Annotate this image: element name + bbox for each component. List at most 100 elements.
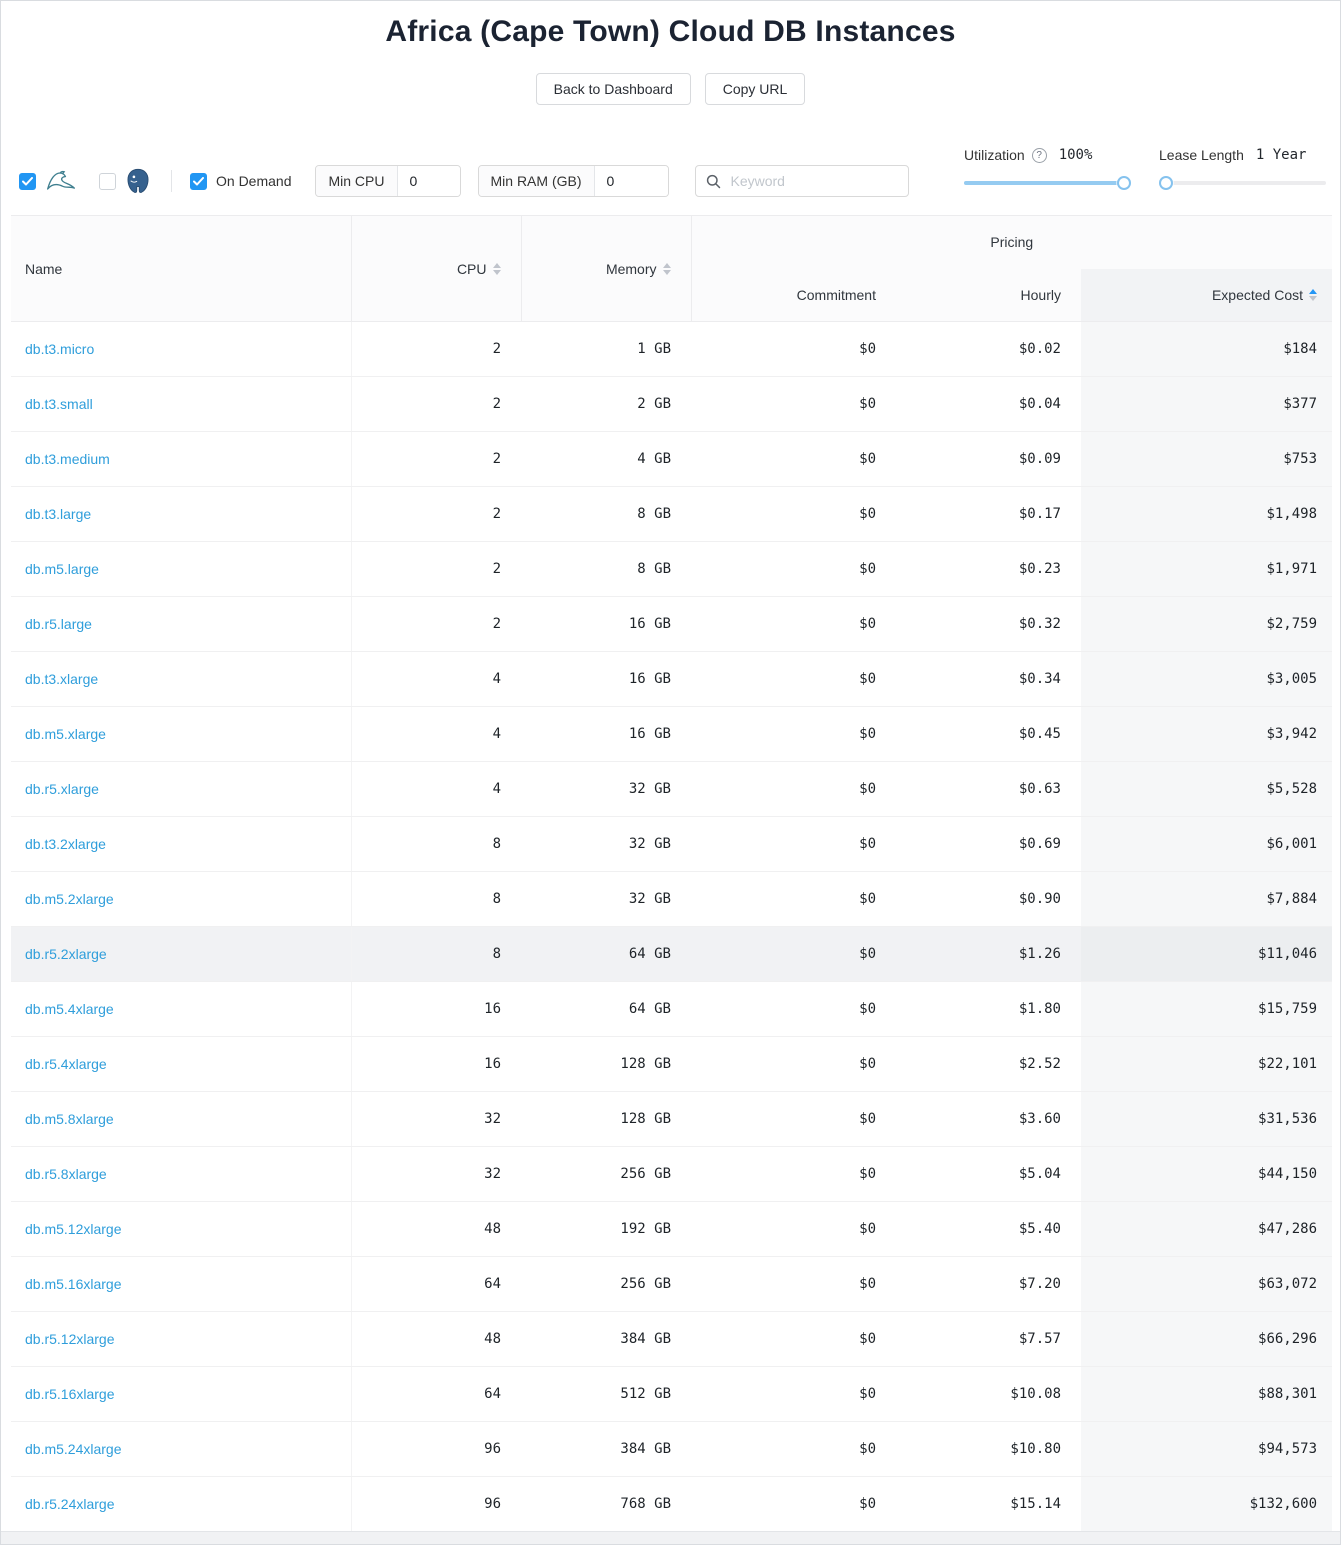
utilization-slider-handle[interactable] [1117, 176, 1131, 190]
lease-length-value: 1 Year [1256, 147, 1307, 163]
instance-name-link[interactable]: db.r5.xlarge [25, 781, 99, 797]
min-ram-input[interactable] [595, 166, 669, 196]
instance-name-link[interactable]: db.r5.4xlarge [25, 1056, 107, 1072]
table-row: db.t3.2xlarge832 GB$0$0.69$6,001 [11, 817, 1332, 872]
name-cell: db.m5.12xlarge [11, 1202, 351, 1257]
mysql-filter-checkbox[interactable] [19, 173, 36, 190]
lease-length-slider-handle[interactable] [1159, 176, 1173, 190]
lease-length-slider[interactable] [1159, 176, 1326, 190]
commitment-cell: $0 [691, 1202, 896, 1257]
instance-name-link[interactable]: db.m5.12xlarge [25, 1221, 122, 1237]
footer-strip [1, 1531, 1340, 1544]
instance-name-link[interactable]: db.r5.large [25, 616, 92, 632]
instance-name-link[interactable]: db.m5.16xlarge [25, 1276, 122, 1292]
min-cpu-input[interactable] [398, 166, 460, 196]
utilization-help-icon[interactable]: ? [1032, 148, 1047, 163]
table-row: db.t3.large28 GB$0$0.17$1,498 [11, 487, 1332, 542]
lease-length-label: Lease Length [1159, 147, 1244, 163]
expected-cost-cell: $132,600 [1081, 1477, 1332, 1532]
memory-cell: 1 GB [521, 322, 691, 377]
cpu-cell: 32 [351, 1147, 521, 1202]
cpu-cell: 2 [351, 597, 521, 652]
toolbar: Back to Dashboard Copy URL [1, 73, 1340, 105]
memory-cell: 4 GB [521, 432, 691, 487]
instance-name-link[interactable]: db.r5.12xlarge [25, 1331, 115, 1347]
instance-name-link[interactable]: db.r5.16xlarge [25, 1386, 115, 1402]
postgresql-elephant-icon[interactable] [125, 168, 151, 194]
instance-name-link[interactable]: db.r5.2xlarge [25, 946, 107, 962]
keyword-search-box [695, 165, 909, 197]
hourly-cell: $0.04 [896, 377, 1081, 432]
commitment-cell: $0 [691, 1367, 896, 1422]
commitment-cell: $0 [691, 1092, 896, 1147]
cpu-cell: 96 [351, 1477, 521, 1532]
memory-cell: 16 GB [521, 652, 691, 707]
instance-name-link[interactable]: db.t3.large [25, 506, 91, 522]
column-header-cpu[interactable]: CPU [351, 216, 521, 322]
hourly-cell: $0.17 [896, 487, 1081, 542]
instance-name-link[interactable]: db.m5.4xlarge [25, 1001, 114, 1017]
memory-cell: 256 GB [521, 1147, 691, 1202]
name-cell: db.r5.2xlarge [11, 927, 351, 982]
commitment-cell: $0 [691, 652, 896, 707]
instance-name-link[interactable]: db.t3.2xlarge [25, 836, 106, 852]
table-row: db.m5.12xlarge48192 GB$0$5.40$47,286 [11, 1202, 1332, 1257]
memory-cell: 8 GB [521, 542, 691, 597]
postgresql-filter-checkbox[interactable] [99, 173, 116, 190]
table-body: db.t3.micro21 GB$0$0.02$184db.t3.small22… [11, 322, 1332, 1532]
instances-table: Name CPU Memory Pricing Commitment Hourl… [11, 215, 1332, 1532]
column-header-memory[interactable]: Memory [521, 216, 691, 322]
column-header-commitment: Commitment [691, 269, 896, 322]
name-cell: db.m5.2xlarge [11, 872, 351, 927]
cpu-cell: 48 [351, 1202, 521, 1257]
instance-name-link[interactable]: db.m5.xlarge [25, 726, 106, 742]
utilization-slider[interactable] [964, 176, 1131, 190]
name-cell: db.m5.8xlarge [11, 1092, 351, 1147]
instance-name-link[interactable]: db.r5.24xlarge [25, 1496, 115, 1512]
keyword-search-input[interactable] [729, 172, 898, 190]
min-cpu-label: Min CPU [316, 166, 397, 196]
instance-name-link[interactable]: db.m5.2xlarge [25, 891, 114, 907]
name-cell: db.m5.4xlarge [11, 982, 351, 1037]
back-to-dashboard-button[interactable]: Back to Dashboard [536, 73, 691, 105]
sort-icon-cpu [493, 263, 501, 275]
copy-url-button[interactable]: Copy URL [705, 73, 806, 105]
name-cell: db.m5.16xlarge [11, 1257, 351, 1312]
instance-name-link[interactable]: db.t3.medium [25, 451, 110, 467]
expected-cost-cell: $2,759 [1081, 597, 1332, 652]
instance-name-link[interactable]: db.m5.24xlarge [25, 1441, 122, 1457]
name-cell: db.t3.medium [11, 432, 351, 487]
instance-name-link[interactable]: db.r5.8xlarge [25, 1166, 107, 1182]
column-header-expected-cost[interactable]: Expected Cost [1081, 269, 1332, 322]
commitment-cell: $0 [691, 872, 896, 927]
expected-cost-cell: $15,759 [1081, 982, 1332, 1037]
table-row: db.r5.xlarge432 GB$0$0.63$5,528 [11, 762, 1332, 817]
cpu-cell: 4 [351, 652, 521, 707]
page-title: Africa (Cape Town) Cloud DB Instances [1, 1, 1340, 49]
hourly-cell: $2.52 [896, 1037, 1081, 1092]
expected-cost-cell: $753 [1081, 432, 1332, 487]
commitment-cell: $0 [691, 377, 896, 432]
hourly-cell: $0.02 [896, 322, 1081, 377]
memory-cell: 512 GB [521, 1367, 691, 1422]
expected-cost-cell: $184 [1081, 322, 1332, 377]
name-cell: db.m5.24xlarge [11, 1422, 351, 1477]
cpu-cell: 16 [351, 982, 521, 1037]
table-row: db.m5.large28 GB$0$0.23$1,971 [11, 542, 1332, 597]
cpu-cell: 8 [351, 872, 521, 927]
instance-name-link[interactable]: db.m5.8xlarge [25, 1111, 114, 1127]
expected-cost-cell: $7,884 [1081, 872, 1332, 927]
utilization-value: 100% [1059, 147, 1093, 163]
instance-name-link[interactable]: db.t3.xlarge [25, 671, 98, 687]
instance-name-link[interactable]: db.t3.small [25, 396, 93, 412]
instance-name-link[interactable]: db.t3.micro [25, 341, 94, 357]
mysql-dolphin-icon[interactable] [45, 169, 77, 193]
cpu-cell: 4 [351, 762, 521, 817]
cpu-cell: 8 [351, 817, 521, 872]
utilization-label: Utilization [964, 147, 1025, 163]
name-cell: db.m5.large [11, 542, 351, 597]
expected-cost-cell: $44,150 [1081, 1147, 1332, 1202]
instance-name-link[interactable]: db.m5.large [25, 561, 99, 577]
hourly-cell: $0.45 [896, 707, 1081, 762]
on-demand-checkbox[interactable] [190, 173, 207, 190]
